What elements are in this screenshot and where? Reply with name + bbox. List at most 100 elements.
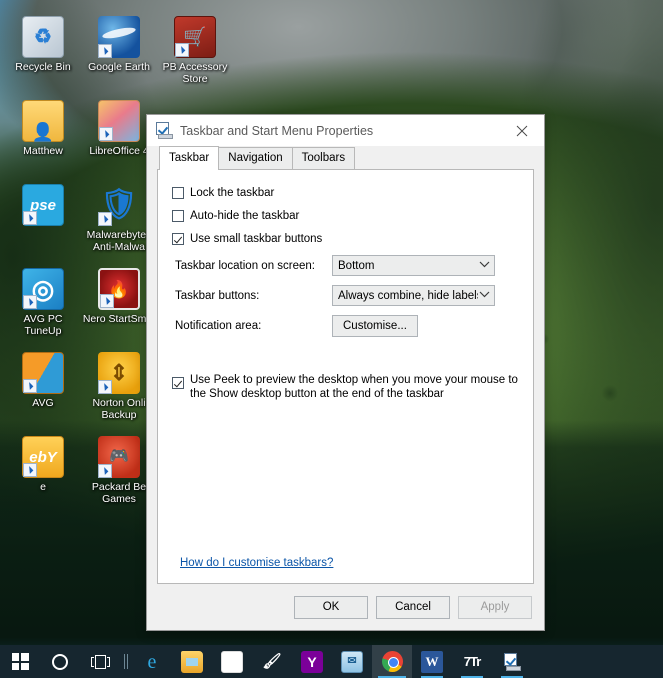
- help-link[interactable]: How do I customise taskbars?: [180, 557, 333, 569]
- notification-area-row: Notification area: Customise...: [172, 315, 519, 337]
- use-small-taskbar-buttons-checkbox-row[interactable]: Use small taskbar buttons: [172, 232, 519, 246]
- close-icon[interactable]: [500, 116, 544, 146]
- shortcut-arrow-icon: [98, 380, 112, 394]
- taskbar-item-chrome[interactable]: [372, 645, 412, 678]
- taskbar-buttons-select[interactable]: Always combine, hide labels: [332, 285, 495, 306]
- seven-zip-icon: 7Tr: [463, 654, 482, 669]
- ebay-icon: [22, 436, 64, 478]
- shortcut-arrow-icon: [100, 294, 114, 308]
- windows-logo-icon: [11, 653, 29, 670]
- tab-taskbar[interactable]: Taskbar: [159, 146, 220, 170]
- use-peek-checkbox[interactable]: [172, 377, 184, 389]
- desktop-icon-label: AVG: [32, 397, 54, 409]
- customise-button[interactable]: Customise...: [332, 315, 418, 337]
- taskbar-buttons-row: Taskbar buttons: Always combine, hide la…: [172, 285, 519, 306]
- desktop-icon-avg-icon[interactable]: AVG: [4, 352, 82, 409]
- word-icon: W: [421, 650, 443, 673]
- desktop-icon-avg-pc-tuneup-icon[interactable]: AVG PC TuneUp: [4, 268, 82, 337]
- desktop-icon-label: PB Accessory Store: [162, 61, 228, 85]
- taskbar-buttons-label: Taskbar buttons:: [175, 289, 260, 302]
- taskbar-separator: [120, 654, 132, 669]
- google-earth-icon: [98, 16, 140, 58]
- lock-the-taskbar-checkbox-label: Lock the taskbar: [190, 187, 275, 199]
- shortcut-arrow-icon: [98, 212, 112, 226]
- auto-hide-the-taskbar-checkbox[interactable]: [172, 210, 184, 222]
- desktop-icon-user-folder-icon[interactable]: Matthew: [4, 100, 82, 157]
- desktop-icon-ebay-icon[interactable]: e: [4, 436, 82, 493]
- ok-button[interactable]: OK: [294, 595, 368, 619]
- chevron-down-icon: [478, 261, 490, 271]
- checkbox-group: Lock the taskbar Auto-hide the taskbar Use…: [172, 186, 519, 246]
- taskbar-properties-icon: [502, 652, 522, 671]
- taskbar-properties-icon: [155, 122, 173, 139]
- store-icon: [221, 650, 243, 673]
- taskbar-location-value: Bottom: [338, 259, 375, 272]
- start-button[interactable]: [0, 645, 40, 678]
- avg-icon: [22, 352, 64, 394]
- windows-taskbar[interactable]: e 🖌 Y W 7Tr: [0, 645, 663, 678]
- taskbar-item-mail[interactable]: [332, 645, 372, 678]
- taskbar-item-edge[interactable]: e: [132, 645, 172, 678]
- cortana-search-button[interactable]: [40, 645, 80, 678]
- taskbar-item-7zip[interactable]: 7Tr: [452, 645, 492, 678]
- taskbar-item-word[interactable]: W: [412, 645, 452, 678]
- dialog-title: Taskbar and Start Menu Properties: [180, 123, 374, 138]
- taskbar-tab-panel: Lock the taskbar Auto-hide the taskbar Use…: [157, 169, 534, 584]
- task-view-button[interactable]: [80, 645, 120, 678]
- task-view-icon: [90, 654, 110, 669]
- taskbar-item-yahoo[interactable]: Y: [292, 645, 332, 678]
- cancel-button[interactable]: Cancel: [376, 595, 450, 619]
- desktop-screen: Recycle Bin Google Earth PB Accessory Stor…: [0, 0, 663, 678]
- mail-icon: [341, 650, 363, 673]
- shortcut-arrow-icon: [23, 295, 37, 309]
- use-small-taskbar-buttons-checkbox-label: Use small taskbar buttons: [190, 233, 323, 245]
- dialog-titlebar[interactable]: Taskbar and Start Menu Properties: [147, 115, 544, 146]
- desktop-icon-photoshop-elements-icon[interactable]: [4, 184, 82, 229]
- taskbar-item-taskbar-properties[interactable]: [492, 645, 532, 678]
- notification-area-label: Notification area:: [175, 320, 262, 332]
- dialog-tabstrip[interactable]: Taskbar Navigation Toolbars: [147, 146, 544, 170]
- cortana-circle-icon: [52, 653, 68, 670]
- taskbar-location-row: Taskbar location on screen: Bottom: [172, 255, 519, 276]
- user-folder-icon: [22, 100, 64, 142]
- taskbar-buttons-value: Always combine, hide labels: [338, 289, 479, 302]
- taskbar-item-store[interactable]: [212, 645, 252, 678]
- desktop-icon-label: AVG PC TuneUp: [23, 313, 63, 337]
- shortcut-arrow-icon: [175, 43, 189, 57]
- file-explorer-icon: [181, 650, 203, 673]
- edge-icon: e: [147, 650, 157, 673]
- shortcut-arrow-icon: [98, 464, 112, 478]
- shortcut-arrow-icon: [23, 379, 37, 393]
- photoshop-elements-icon: [22, 184, 64, 226]
- shortcut-arrow-icon: [98, 44, 112, 58]
- taskbar-item-paint[interactable]: 🖌: [252, 645, 292, 678]
- taskbar-properties-dialog[interactable]: Taskbar and Start Menu Properties Taskba…: [146, 114, 545, 631]
- shortcut-arrow-icon: [23, 463, 37, 477]
- shortcut-arrow-icon: [99, 127, 113, 141]
- taskbar-location-select[interactable]: Bottom: [332, 255, 495, 276]
- lock-the-taskbar-checkbox[interactable]: [172, 187, 184, 199]
- desktop-icon-google-earth-icon[interactable]: Google Earth: [80, 16, 158, 73]
- taskbar-location-label: Taskbar location on screen:: [175, 259, 315, 272]
- use-peek-row[interactable]: Use Peek to preview the desktop when you…: [172, 373, 519, 401]
- tab-navigation[interactable]: Navigation: [218, 147, 293, 169]
- norton-online-backup-icon: [98, 352, 140, 394]
- use-small-taskbar-buttons-checkbox[interactable]: [172, 233, 184, 245]
- recycle-bin-icon: [22, 16, 64, 58]
- pb-accessory-store-icon: [174, 16, 216, 58]
- lock-the-taskbar-checkbox-row[interactable]: Lock the taskbar: [172, 186, 519, 200]
- desktop-icon-pb-accessory-store-icon[interactable]: PB Accessory Store: [156, 16, 234, 85]
- desktop-icon-label: Matthew: [23, 145, 63, 157]
- desktop-icon-recycle-bin-icon[interactable]: Recycle Bin: [4, 16, 82, 73]
- dialog-button-row: OK Cancel Apply: [147, 584, 544, 630]
- auto-hide-the-taskbar-checkbox-label: Auto-hide the taskbar: [190, 210, 300, 222]
- desktop-icon-label: e: [40, 481, 46, 493]
- auto-hide-the-taskbar-checkbox-row[interactable]: Auto-hide the taskbar: [172, 209, 519, 223]
- tab-toolbars[interactable]: Toolbars: [291, 147, 356, 169]
- apply-button: Apply: [458, 595, 532, 619]
- libreoffice-icon: [98, 100, 140, 142]
- taskbar-item-file-explorer[interactable]: [172, 645, 212, 678]
- yahoo-icon: Y: [301, 650, 323, 673]
- avg-pc-tuneup-icon: [22, 268, 64, 310]
- use-peek-label: Use Peek to preview the desktop when you…: [190, 374, 518, 400]
